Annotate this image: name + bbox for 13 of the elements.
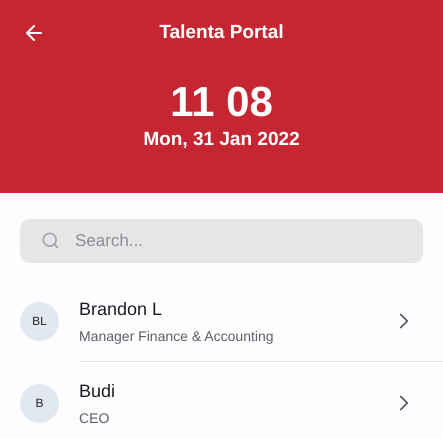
search-field[interactable]: Search... xyxy=(20,219,423,263)
employee-position: CEO xyxy=(79,409,110,427)
search-icon xyxy=(41,231,60,250)
avatar-initials: B xyxy=(20,384,59,422)
employee-row[interactable]: B Budi CEO xyxy=(0,362,443,439)
clock-time: 11 08 xyxy=(170,78,273,126)
employee-position: Manager Finance & Accounting xyxy=(79,326,275,344)
employee-name: Budi xyxy=(79,380,116,403)
clock-date: Mon, 31 Jan 2022 xyxy=(143,128,300,152)
avatar-initials: BL xyxy=(20,302,59,340)
employee-row[interactable]: BL Brandon L Manager Finance & Accounting xyxy=(0,280,443,362)
employee-name: Brandon L xyxy=(79,298,164,320)
page-title: Talenta Portal xyxy=(159,21,284,45)
